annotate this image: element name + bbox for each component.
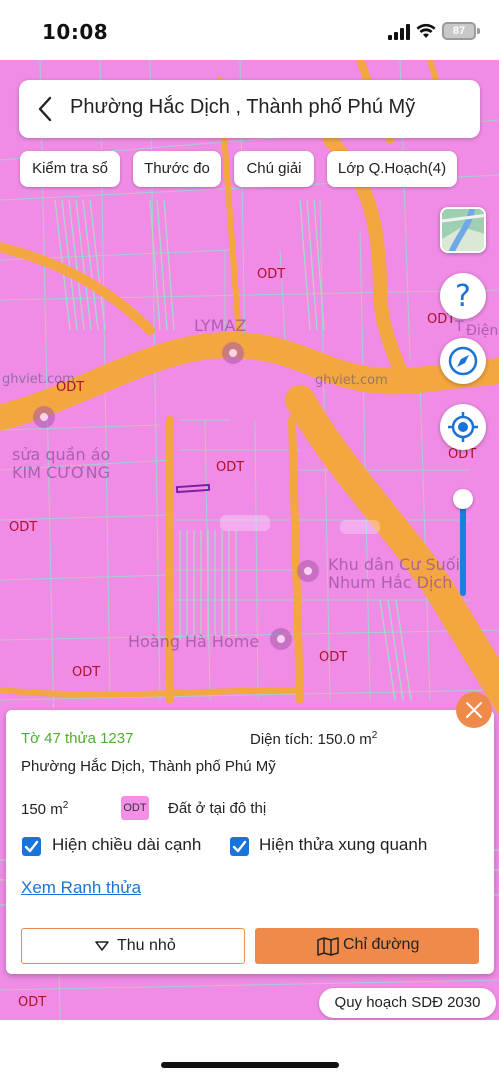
- signal-icon: [388, 24, 410, 40]
- zoom-slider-track[interactable]: [460, 500, 466, 596]
- zone-label: ODT: [18, 995, 47, 1010]
- parcel-area-short: 150 m2: [21, 800, 68, 818]
- my-location-button[interactable]: [440, 404, 486, 450]
- parcel-address: Phường Hắc Dịch, Thành phố Phú Mỹ: [21, 758, 276, 775]
- parcel-id: Tờ 47 thửa 1237: [21, 730, 134, 747]
- land-type: Đất ở tại đô thị: [168, 800, 267, 817]
- watermark: ghviet.com: [2, 372, 75, 387]
- battery-level: 87: [452, 25, 466, 37]
- home-bar-area: [0, 1020, 499, 1080]
- parcel-area: Diện tích: 150.0 m2: [250, 730, 377, 748]
- shrink-button-label: Thu nhỏ: [117, 937, 176, 954]
- battery-tip: [477, 28, 480, 34]
- watermark: ghviet.com: [315, 373, 388, 388]
- location-header: Phường Hắc Dịch , Thành phố Phú Mỹ: [19, 80, 480, 138]
- status-time: 10:08: [42, 20, 109, 44]
- shrink-button[interactable]: Thu nhỏ: [21, 928, 245, 964]
- close-panel-button[interactable]: [456, 692, 492, 728]
- poi-pin-icon[interactable]: [222, 342, 244, 364]
- map-layer-icon[interactable]: [440, 207, 486, 253]
- poi-residential[interactable]: Khu dân Cư Suối: [328, 555, 460, 574]
- zoom-slider-handle[interactable]: [453, 489, 473, 509]
- chevron-left-icon[interactable]: [33, 95, 59, 123]
- poi-clothes[interactable]: sửa quần áo: [12, 445, 110, 464]
- map-icon: [317, 937, 339, 956]
- page-title: Phường Hắc Dịch , Thành phố Phú Mỹ: [70, 96, 416, 118]
- legend-button[interactable]: Chú giải: [234, 151, 314, 187]
- parcel-area-text: Diện tích: 150.0 m: [250, 731, 372, 748]
- area-unit-sup: 2: [371, 730, 378, 741]
- poi-lymaz[interactable]: LYMAZ: [194, 316, 246, 335]
- poi-hoang-ha[interactable]: Hoàng Hà Home: [128, 632, 259, 651]
- zone-label: ODT: [257, 267, 286, 282]
- directions-button[interactable]: Chỉ đường: [255, 928, 479, 964]
- planning-year-chip[interactable]: Quy hoạch SDĐ 2030: [319, 988, 496, 1018]
- check-book-button[interactable]: Kiểm tra sổ: [20, 151, 120, 187]
- show-neighbors-checkbox[interactable]: [230, 837, 249, 856]
- poi-residential-name[interactable]: Nhum Hắc Dịch: [328, 573, 452, 592]
- compass-button[interactable]: [440, 338, 486, 384]
- show-edges-label[interactable]: Hiện chiều dài cạnh: [52, 835, 201, 855]
- wifi-icon: [416, 23, 436, 38]
- parcel-info-panel: Tờ 47 thửa 1237 Diện tích: 150.0 m2 Phườ…: [6, 710, 494, 974]
- triangle-down-icon: [95, 941, 109, 951]
- zone-label: ODT: [216, 460, 245, 475]
- planning-layer-button[interactable]: Lớp Q.Hoạch(4): [327, 151, 457, 187]
- view-boundary-link[interactable]: Xem Ranh thửa: [21, 878, 141, 898]
- check-icon: [232, 840, 247, 853]
- close-icon: [466, 702, 482, 718]
- poi-pin-icon[interactable]: [297, 560, 319, 582]
- home-indicator[interactable]: [161, 1062, 339, 1068]
- poi-clothes-name[interactable]: KIM CƯƠNG: [12, 463, 110, 482]
- battery-icon: 87: [442, 22, 476, 40]
- compass-icon: [448, 346, 478, 376]
- ruler-button[interactable]: Thước đo: [133, 151, 221, 187]
- area-unit-sup: 2: [62, 800, 69, 811]
- show-edges-checkbox[interactable]: [22, 837, 41, 856]
- zone-label: ODT: [319, 650, 348, 665]
- directions-button-label: Chỉ đường: [343, 936, 420, 953]
- check-icon: [24, 840, 39, 853]
- poi-pin-icon[interactable]: [33, 406, 55, 428]
- selected-parcel[interactable]: [175, 483, 211, 494]
- status-bar: 10:08 87: [0, 0, 499, 60]
- parcel-area-short-text: 150 m: [21, 801, 63, 818]
- poi-partial: T: [455, 319, 464, 335]
- show-neighbors-label[interactable]: Hiện thửa xung quanh: [259, 835, 427, 855]
- my-location-icon: [448, 412, 478, 442]
- help-button[interactable]: ?: [440, 273, 486, 319]
- zone-label: ODT: [9, 520, 38, 535]
- help-icon: ?: [455, 279, 471, 314]
- poi-pin-icon[interactable]: [270, 628, 292, 650]
- land-code-badge: ODT: [121, 796, 149, 820]
- zone-label: ODT: [72, 665, 101, 680]
